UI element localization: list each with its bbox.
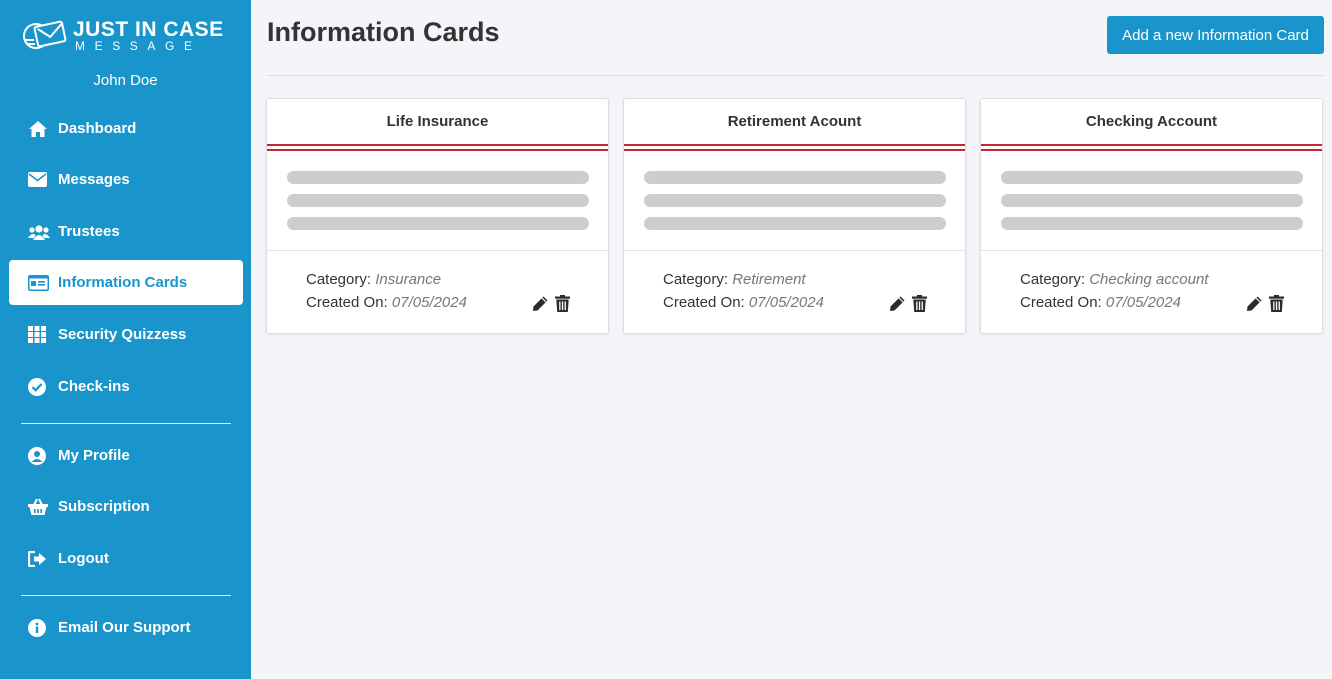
nav-information-cards[interactable]: Information Cards (9, 260, 243, 305)
nav-security-quizzes-label: Security Quizzess (58, 326, 187, 343)
sidebar: JUST IN CASE MESSAGE John Doe Dashboard … (0, 0, 251, 679)
card-title-underline (267, 149, 608, 151)
nav-my-profile-label: My Profile (58, 447, 130, 464)
content-placeholder (644, 171, 946, 184)
page-title: Information Cards (267, 17, 500, 47)
nav-dashboard-label: Dashboard (58, 120, 137, 137)
pencil-icon[interactable] (889, 295, 906, 312)
card-title-underline (624, 144, 965, 146)
header-divider (267, 75, 1324, 76)
card-actions (1246, 295, 1284, 312)
card-title-underline (981, 144, 1322, 146)
nav-trustees[interactable]: Trustees (9, 209, 243, 254)
nav-my-profile[interactable]: My Profile (9, 433, 243, 478)
nav-logout-label: Logout (58, 550, 109, 567)
trash-icon[interactable] (912, 295, 927, 312)
nav-information-cards-label: Information Cards (58, 274, 188, 291)
created-on-label: Created On: (306, 294, 388, 311)
nav-check-ins[interactable]: Check-ins (9, 364, 243, 409)
nav-dashboard[interactable]: Dashboard (9, 106, 243, 151)
add-information-card-button[interactable]: Add a new Information Card (1107, 16, 1324, 54)
card-category: Category: Checking account (1020, 271, 1208, 288)
user-circle-icon (28, 446, 50, 466)
trash-icon[interactable] (555, 295, 570, 312)
category-label: Category: (1020, 271, 1086, 288)
nav-messages-label: Messages (58, 171, 130, 188)
nav-email-support[interactable]: Email Our Support (9, 605, 243, 650)
trash-icon[interactable] (1269, 295, 1284, 312)
app-logo[interactable]: JUST IN CASE MESSAGE (22, 18, 223, 54)
category-value: Retirement (732, 271, 806, 288)
nav-trustees-label: Trustees (58, 223, 120, 240)
card-title-underline (267, 144, 608, 146)
category-value: Checking account (1089, 271, 1209, 288)
card-category: Category: Retirement (663, 271, 806, 288)
id-card-icon (28, 273, 50, 293)
user-name: John Doe (93, 72, 158, 89)
content-placeholder (1001, 217, 1303, 230)
card-title: Retirement Acount (727, 113, 862, 130)
pencil-icon[interactable] (532, 295, 549, 312)
content-placeholder (644, 194, 946, 207)
nav-messages[interactable]: Messages (9, 157, 243, 202)
card-category: Category: Insurance (306, 271, 441, 288)
content-placeholder (287, 171, 589, 184)
content-placeholder (644, 217, 946, 230)
card-title-underline (624, 149, 965, 151)
information-card[interactable]: Checking Account Category: Checking acco… (980, 98, 1323, 334)
card-title-underline (981, 149, 1322, 151)
grid-icon (28, 325, 50, 345)
created-on-value: 07/05/2024 (748, 294, 824, 311)
nav-subscription[interactable]: Subscription (9, 484, 243, 529)
envelope-icon (28, 170, 50, 190)
content-placeholder (1001, 171, 1303, 184)
users-icon (28, 222, 50, 242)
category-value: Insurance (375, 271, 442, 288)
information-card[interactable]: Life Insurance Category: Insurance Creat… (266, 98, 609, 334)
home-icon (28, 119, 50, 139)
card-created-on: Created On: 07/05/2024 (306, 294, 467, 311)
nav-subscription-label: Subscription (58, 498, 150, 515)
nav-check-ins-label: Check-ins (58, 378, 130, 395)
card-divider (267, 250, 608, 251)
card-divider (981, 250, 1322, 251)
card-created-on: Created On: 07/05/2024 (1020, 294, 1181, 311)
card-actions (532, 295, 570, 312)
sidebar-divider-2 (21, 595, 231, 596)
created-on-value: 07/05/2024 (391, 294, 467, 311)
created-on-label: Created On: (663, 294, 745, 311)
card-divider (624, 250, 965, 251)
sign-out-icon (28, 549, 50, 569)
content-placeholder (1001, 194, 1303, 207)
card-created-on: Created On: 07/05/2024 (663, 294, 824, 311)
created-on-label: Created On: (1020, 294, 1102, 311)
content-placeholder (287, 194, 589, 207)
card-title: Checking Account (1085, 113, 1218, 130)
nav-security-quizzes[interactable]: Security Quizzess (9, 312, 243, 357)
card-title: Life Insurance (386, 113, 489, 130)
pencil-icon[interactable] (1246, 295, 1263, 312)
nav-logout[interactable]: Logout (9, 536, 243, 581)
category-label: Category: (306, 271, 372, 288)
card-actions (889, 295, 927, 312)
nav-email-support-label: Email Our Support (58, 619, 191, 636)
envelope-logo-icon (23, 20, 67, 49)
content-placeholder (287, 217, 589, 230)
basket-icon (28, 497, 50, 517)
check-circle-icon (28, 377, 50, 397)
sidebar-divider (21, 423, 231, 424)
created-on-value: 07/05/2024 (1105, 294, 1181, 311)
information-card[interactable]: Retirement Acount Category: Retirement C… (623, 98, 966, 334)
category-label: Category: (663, 271, 729, 288)
info-circle-icon (28, 618, 50, 638)
brand-subtitle: MESSAGE (75, 39, 202, 53)
